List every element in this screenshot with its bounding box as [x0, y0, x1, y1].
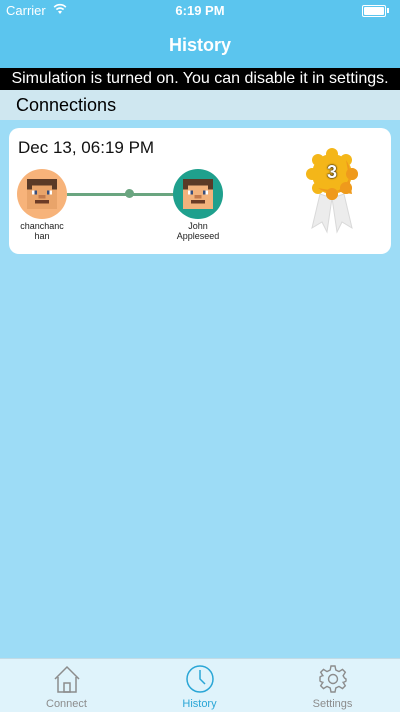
clock-icon: [185, 664, 215, 694]
section-header: Connections: [0, 90, 400, 120]
tab-bar: Connect History Settings: [0, 658, 400, 712]
user-b-name: John Appleseed: [166, 221, 230, 241]
tab-connect-label: Connect: [46, 698, 87, 710]
tab-settings[interactable]: Settings: [266, 659, 399, 712]
navigation-bar: History: [0, 22, 400, 68]
award-badge-icon: 3: [298, 146, 366, 236]
simulation-banner: Simulation is turned on. You can disable…: [0, 68, 400, 90]
avatar-user-a[interactable]: [17, 169, 67, 219]
battery-tip: [387, 8, 389, 13]
tab-history[interactable]: History: [133, 659, 266, 712]
tab-history-label: History: [182, 698, 217, 710]
connection-date: Dec 13, 06:19 PM: [18, 138, 155, 157]
connection-card[interactable]: Dec 13, 06:19 PM chanchanc han John Appl…: [9, 128, 391, 254]
user-a-name: chanchanc han: [10, 221, 74, 241]
status-bar: Carrier 6:19 PM: [0, 0, 400, 22]
gear-icon: [318, 664, 348, 694]
section-title: Connections: [16, 95, 117, 115]
tab-connect[interactable]: Connect: [0, 659, 133, 712]
connection-dot: [125, 189, 134, 198]
avatar-user-b[interactable]: [173, 169, 223, 219]
tab-settings-label: Settings: [312, 698, 353, 710]
house-icon: [52, 664, 82, 694]
user-b-name-text: John Appleseed: [176, 221, 220, 241]
battery-icon: [362, 5, 386, 17]
badge-count: 3: [326, 162, 337, 182]
user-a-name-text: chanchanc han: [20, 221, 64, 241]
page-title: History: [168, 35, 231, 55]
status-time: 6:19 PM: [175, 3, 225, 18]
